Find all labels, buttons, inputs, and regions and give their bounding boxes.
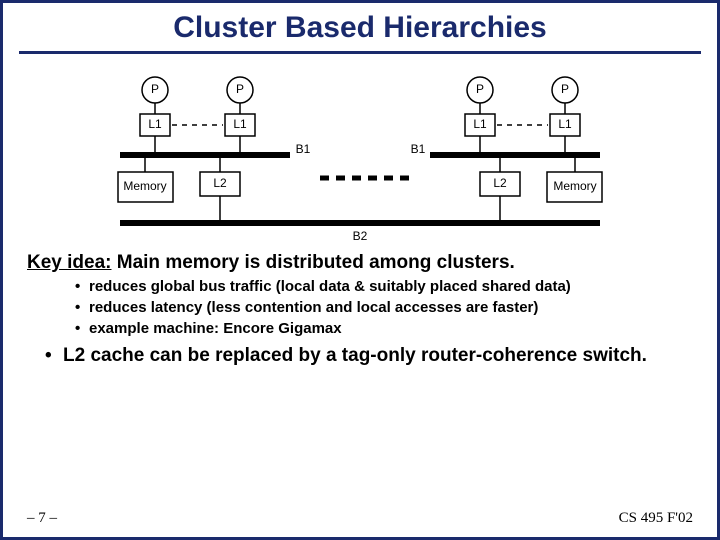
main-bullet: L2 cache can be replaced by a tag-only r… [45,344,693,368]
sub-bullet-list: reduces global bus traffic (local data &… [75,278,693,338]
p-label: P [561,82,569,96]
course-id: CS 495 F'02 [619,510,693,527]
p-label: P [476,82,484,96]
l1-label: L1 [473,117,487,131]
l2-label: L2 [493,176,507,190]
sub-bullet: reduces global bus traffic (local data &… [75,278,693,297]
key-idea-text: Main memory is distributed among cluster… [111,252,514,273]
l1-label: L1 [148,117,162,131]
memory-label: Memory [553,179,596,193]
sub-bullet: reduces latency (less contention and loc… [75,299,693,318]
key-idea-label: Key idea: [27,252,111,273]
p-label: P [236,82,244,96]
b1-label: B1 [411,142,426,156]
cluster-diagram: .box { fill:#fff; stroke:#000; stroke-wi… [27,72,693,242]
key-idea-line: Key idea: Main memory is distributed amo… [27,252,693,274]
slide-footer: – 7 – CS 495 F'02 [27,510,693,527]
slide-title: Cluster Based Hierarchies [19,11,701,54]
l1-label: L1 [558,117,572,131]
hierarchy-svg: .box { fill:#fff; stroke:#000; stroke-wi… [100,72,620,242]
sub-bullet: example machine: Encore Gigamax [75,320,693,339]
l2-label: L2 [213,176,227,190]
slide: Cluster Based Hierarchies .box { fill:#f… [0,0,720,540]
b1-label: B1 [296,142,311,156]
p-label: P [151,82,159,96]
main-bullet-list: L2 cache can be replaced by a tag-only r… [45,344,693,368]
page-number: – 7 – [27,510,57,527]
l1-label: L1 [233,117,247,131]
b2-label: B2 [353,229,368,242]
memory-label: Memory [123,179,166,193]
